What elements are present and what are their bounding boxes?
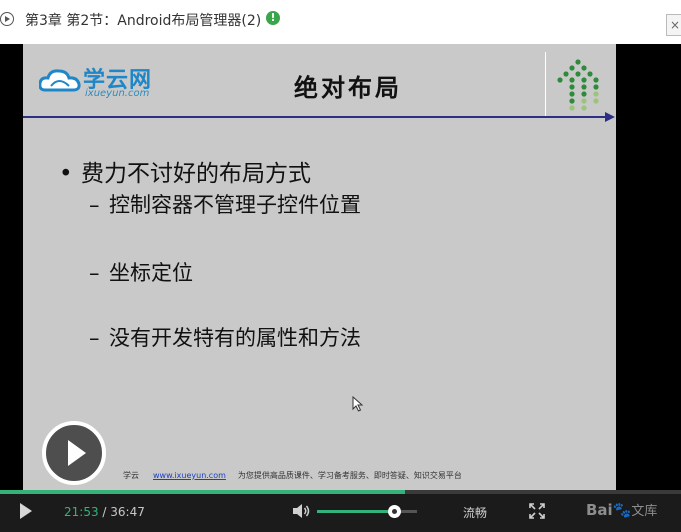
play-circle-icon[interactable] (0, 12, 14, 26)
volume-fill (317, 510, 394, 513)
slide-footer: 学云 www.ixueyun.com 为您提供高品质课件、学习备考服务、即时答疑、知… (123, 470, 462, 481)
watermark-suffix: 文库 (631, 504, 658, 519)
title-bar: 第3章 第2节：Android布局管理器(2) ! × (0, 0, 681, 44)
current-time: 21:53 (64, 505, 99, 519)
volume-knob[interactable] (388, 505, 401, 518)
progress-fill (0, 490, 406, 494)
logo-subtext: ixueyun.com (85, 88, 150, 99)
info-icon[interactable]: ! (266, 11, 280, 25)
progress-bar[interactable] (0, 490, 681, 494)
volume-icon[interactable] (291, 503, 311, 519)
mouse-cursor-icon (352, 396, 364, 412)
sub-marker: – (89, 326, 100, 350)
footer-text: 为您提供高品质课件、学习备考服务、即时答疑、知识交易平台 (237, 471, 462, 480)
time-display: 21:53 / 36:47 (64, 505, 145, 519)
sub-item: – 坐标定位 (89, 257, 193, 287)
logo: 学云网 ixueyun.com (39, 62, 179, 102)
sub-item-text: 坐标定位 (109, 261, 193, 285)
slide: 学云网 ixueyun.com 绝对布局 • 费力不讨好的布局方式 – 控制容器不管… (23, 44, 616, 490)
slide-rule (23, 116, 606, 118)
player-controls: 21:53 / 36:47 流畅 Bai🐾文库 (0, 490, 681, 532)
duration: 36:47 (110, 505, 145, 519)
sub-item: – 控制容器不管理子控件位置 (89, 189, 361, 219)
footer-brand: 学云 (123, 471, 139, 480)
close-button[interactable]: × (666, 14, 681, 36)
sub-item-text: 控制容器不管理子控件位置 (109, 193, 361, 217)
quality-selector[interactable]: 流畅 (463, 504, 487, 521)
slide-rule-arrow-icon (605, 112, 615, 122)
bullet-marker: • (59, 161, 73, 187)
paw-icon: 🐾 (612, 501, 632, 519)
sub-marker: – (89, 193, 100, 217)
watermark-logo: Bai (586, 501, 613, 519)
sub-marker: – (89, 261, 100, 285)
baidu-wenku-watermark: Bai🐾文库 (586, 500, 657, 519)
video-title: 第3章 第2节：Android布局管理器(2) (25, 13, 262, 29)
bullet-item: • 费力不讨好的布局方式 (59, 154, 311, 188)
bullet-text: 费力不讨好的布局方式 (81, 161, 311, 187)
sub-item-text: 没有开发特有的属性和方法 (109, 326, 361, 350)
footer-link[interactable]: www.ixueyun.com (153, 471, 226, 480)
slide-title: 绝对布局 (294, 74, 402, 102)
arrow-dots-logo-icon (557, 59, 599, 111)
sub-item: – 没有开发特有的属性和方法 (89, 322, 361, 352)
time-separator: / (98, 505, 111, 519)
volume-slider[interactable] (317, 505, 417, 518)
fullscreen-icon[interactable] (529, 503, 545, 519)
big-play-button[interactable] (42, 421, 106, 485)
cloud-logo-icon (39, 69, 81, 92)
play-icon[interactable] (20, 503, 32, 519)
video-area[interactable]: 学云网 ixueyun.com 绝对布局 • 费力不讨好的布局方式 – 控制容器不管… (0, 44, 681, 490)
slide-divider (545, 52, 546, 118)
